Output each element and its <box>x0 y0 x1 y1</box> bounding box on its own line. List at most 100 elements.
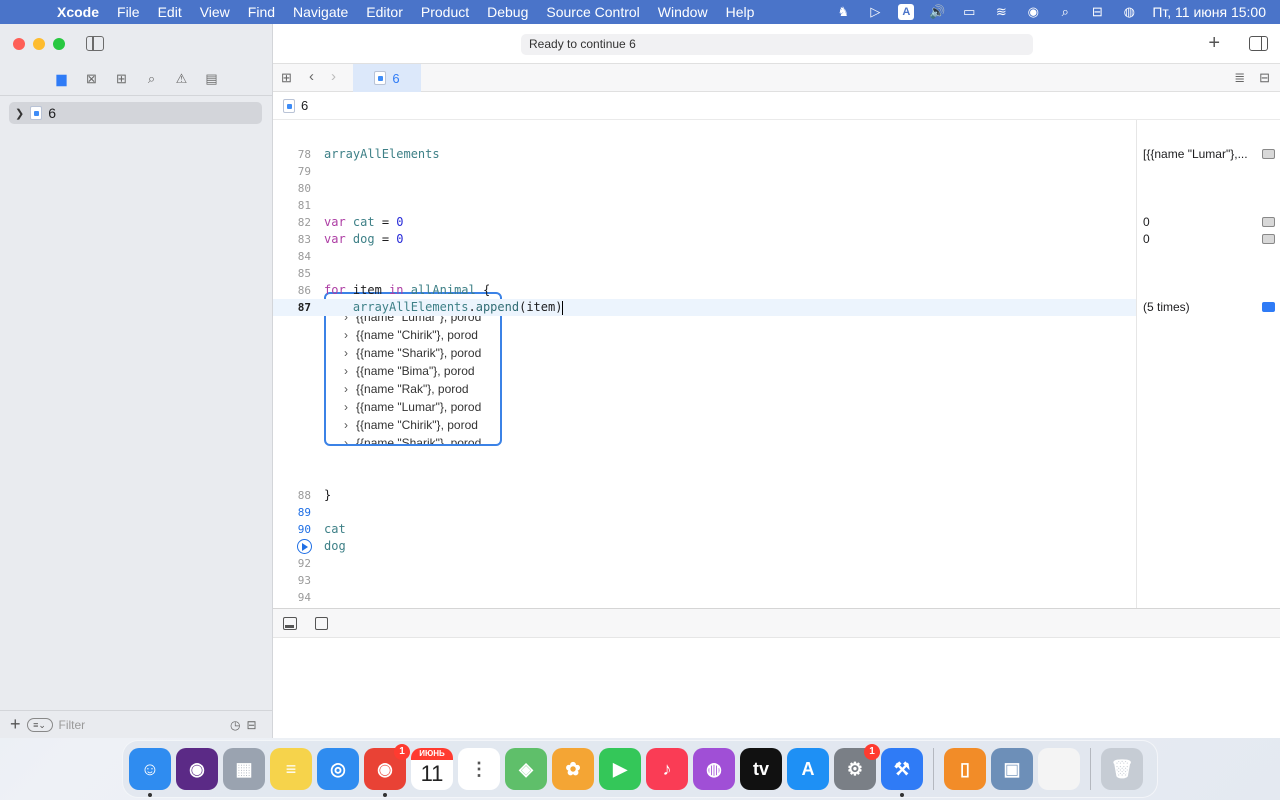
dock-trash-icon[interactable]: 🗑 <box>1101 748 1143 790</box>
menu-file[interactable]: File <box>108 4 149 20</box>
search-icon[interactable]: ⌕ <box>144 71 160 87</box>
popover-result-item[interactable]: › {{name "Sharik"}, porod <box>344 344 484 362</box>
zoom-window-button[interactable] <box>53 38 65 50</box>
menu-debug[interactable]: Debug <box>478 4 537 20</box>
show-result-icon[interactable] <box>1262 149 1275 159</box>
menu-window[interactable]: Window <box>649 4 717 20</box>
folder-icon[interactable]: ▆ <box>54 71 70 87</box>
line-number[interactable]: 82 <box>273 214 311 231</box>
line-number[interactable]: 94 <box>273 589 311 606</box>
menubar-clock[interactable]: Пт, 11 июня 15:00 <box>1152 4 1266 20</box>
minimize-window-button[interactable] <box>33 38 45 50</box>
menu-editor[interactable]: Editor <box>357 4 412 20</box>
console-area[interactable] <box>273 638 1280 738</box>
sidebar-toggle-icon[interactable] <box>86 36 104 51</box>
dock-launchpad-icon[interactable]: ▦ <box>223 748 265 790</box>
recent-files-icon[interactable]: ◷ <box>230 718 240 732</box>
popover-result-item[interactable]: › {{name "Chirik"}, porod <box>344 416 484 434</box>
library-add-icon[interactable]: + <box>1208 32 1220 55</box>
back-chevron-icon[interactable]: ‹ <box>309 68 314 85</box>
code-line[interactable]: 89 <box>273 504 1136 521</box>
filter-options-icon[interactable]: ≡⌄ <box>26 717 53 732</box>
line-number[interactable]: 87 <box>273 299 311 316</box>
report-icon[interactable]: ▤ <box>204 71 220 87</box>
show-result-icon[interactable] <box>1262 217 1275 227</box>
control-center-icon[interactable]: ⊟ <box>1088 4 1106 20</box>
split-editor-icon[interactable]: ⊟ <box>1259 70 1270 86</box>
dock-document-icon[interactable] <box>1038 748 1080 790</box>
filter-field[interactable]: ≡⌄ Filter ◷ ⊟ <box>26 716 257 734</box>
breadcrumb-file[interactable]: 6 <box>301 98 308 113</box>
line-number[interactable]: 88 <box>273 487 311 504</box>
menu-app-name[interactable]: Xcode <box>48 4 108 20</box>
line-number[interactable]: 92 <box>273 555 311 572</box>
dock-photos-icon[interactable]: ✿ <box>552 748 594 790</box>
disclosure-chevron-icon[interactable]: › <box>344 434 356 444</box>
modified-files-icon[interactable]: ⊟ <box>246 718 256 732</box>
dock-app-store-icon[interactable]: A <box>787 748 829 790</box>
dock-preview-icon[interactable]: ▣ <box>991 748 1033 790</box>
dock-xcode-icon[interactable]: ⚒ <box>881 748 923 797</box>
close-window-button[interactable] <box>13 38 25 50</box>
project-item[interactable]: ❯ 6 <box>9 102 262 124</box>
code-line[interactable]: 79 <box>273 163 1136 180</box>
account-icon[interactable]: ◉ <box>1024 4 1042 20</box>
code-line[interactable]: 84 <box>273 248 1136 265</box>
disclosure-chevron-icon[interactable]: › <box>344 398 356 416</box>
menu-edit[interactable]: Edit <box>149 4 191 20</box>
dock-podcasts-icon[interactable]: ◍ <box>693 748 735 790</box>
inspector-toggle-icon[interactable] <box>1249 36 1268 51</box>
editor-options-icon[interactable]: ≣ <box>1234 70 1245 86</box>
dock-music-icon[interactable]: ♪ <box>646 748 688 790</box>
code-line[interactable]: 80 <box>273 180 1136 197</box>
dock-notes-icon[interactable]: ≡ <box>270 748 312 790</box>
siri-icon[interactable]: ◍ <box>1120 4 1138 20</box>
add-icon[interactable]: + <box>10 714 21 735</box>
line-number[interactable]: 93 <box>273 572 311 589</box>
code-line[interactable]: 94 <box>273 589 1136 606</box>
line-number[interactable]: 86 <box>273 282 311 299</box>
code-line[interactable]: 90 cat <box>273 521 1136 538</box>
dock-facetime-icon[interactable]: ▶ <box>599 748 641 790</box>
chevron-right-icon[interactable]: ❯ <box>15 107 24 120</box>
line-number[interactable]: 81 <box>273 197 311 214</box>
menu-navigate[interactable]: Navigate <box>284 4 357 20</box>
code-line[interactable]: 88} <box>273 487 1136 504</box>
popover-result-item[interactable]: › {{name "Chirik"}, porod <box>344 326 484 344</box>
stop-icon[interactable] <box>315 617 328 630</box>
line-number[interactable]: 80 <box>273 180 311 197</box>
code-line[interactable]: 87 arrayAllElements.append(item) <box>273 299 1136 316</box>
popover-result-item[interactable]: › {{name "Lumar"}, porod <box>344 398 484 416</box>
dock-tv-icon[interactable]: tv <box>740 748 782 790</box>
code-line[interactable]: 81 <box>273 197 1136 214</box>
code-line[interactable]: 78 arrayAllElements <box>273 146 1136 163</box>
user-status-icon[interactable]: ♞ <box>834 4 852 20</box>
dock-system-preferences-icon[interactable]: ⚙ 1 <box>834 744 880 790</box>
battery-icon[interactable]: ▭ <box>960 4 978 20</box>
disclosure-chevron-icon[interactable]: › <box>344 380 356 398</box>
hide-debug-area-icon[interactable] <box>283 617 297 630</box>
show-result-icon[interactable] <box>1262 302 1275 312</box>
line-number[interactable]: 83 <box>273 231 311 248</box>
code-line[interactable]: 93 <box>273 572 1136 589</box>
line-number[interactable]: 89 <box>273 504 311 521</box>
warning-icon[interactable]: ⚠ <box>174 71 190 87</box>
input-source-icon[interactable]: A <box>898 4 915 20</box>
dock-safari-icon[interactable]: ◎ <box>317 748 359 790</box>
code-line[interactable]: 92 <box>273 555 1136 572</box>
spotlight-icon[interactable]: ⌕ <box>1056 4 1074 20</box>
dock-finder-icon[interactable]: ☺ <box>129 748 171 797</box>
code-editor[interactable]: › {{name "Lumar"}, porod › {{name "Chirik"}… <box>273 120 1136 608</box>
run-to-line-icon[interactable] <box>297 539 312 554</box>
disclosure-chevron-icon[interactable]: › <box>344 344 356 362</box>
line-number[interactable]: 78 <box>273 146 311 163</box>
line-number[interactable]: 79 <box>273 163 311 180</box>
code-line[interactable]: 85 <box>273 265 1136 282</box>
dock-chrome-icon[interactable]: ◉ 1 <box>364 744 410 797</box>
popover-result-item[interactable]: › {{name "Sharik"}, porod <box>344 434 484 444</box>
code-line[interactable]: 82 var cat = 0 <box>273 214 1136 231</box>
line-number[interactable]: 85 <box>273 265 311 282</box>
code-line[interactable]: dog <box>273 538 1136 555</box>
tab-6[interactable]: 6 <box>353 64 421 92</box>
menu-view[interactable]: View <box>191 4 239 20</box>
